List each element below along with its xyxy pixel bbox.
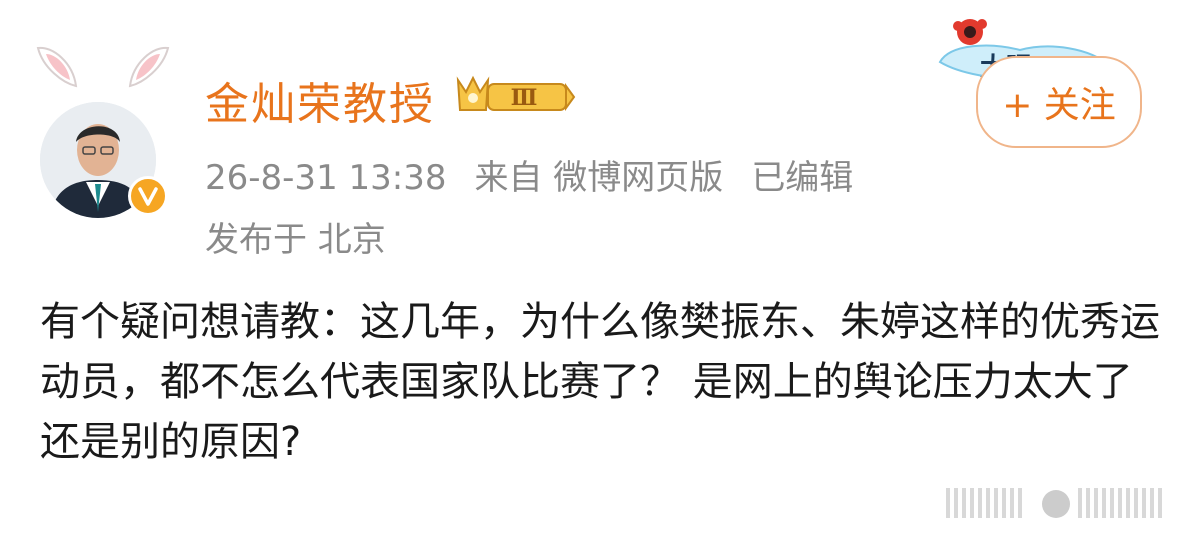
author-name[interactable]: 金灿荣教授 <box>205 68 435 132</box>
post-time[interactable]: 26-8-31 13:38 <box>205 158 447 198</box>
watermark-barcode-icon <box>946 488 1162 518</box>
rank-badge-label: Ⅲ <box>511 85 538 111</box>
edited-label[interactable]: 已编辑 <box>751 158 853 198</box>
avatar-area[interactable] <box>28 38 178 218</box>
follow-button[interactable]: + 关注 <box>976 56 1142 148</box>
post-content: 有个疑问想请教：这几年，为什么像樊振东、朱婷这样的优秀运动员，都不怎么代表国家队… <box>40 299 1160 465</box>
weibo-post: 金灿荣教授 Ⅲ 26-8-31 13:38 来自 微博网页版 已编辑 发布于 北京 … <box>0 0 1180 534</box>
verified-v-icon <box>128 176 168 216</box>
follow-area: 大眼 + 关注 <box>920 14 1160 148</box>
post-meta: 26-8-31 13:38 来自 微博网页版 已编辑 <box>205 150 881 199</box>
crown-rank-badge-icon: Ⅲ <box>456 75 576 112</box>
post-location: 发布于 北京 <box>205 220 386 260</box>
post-source: 来自 微博网页版 <box>474 158 724 198</box>
bunny-ears-decoration <box>36 46 170 88</box>
